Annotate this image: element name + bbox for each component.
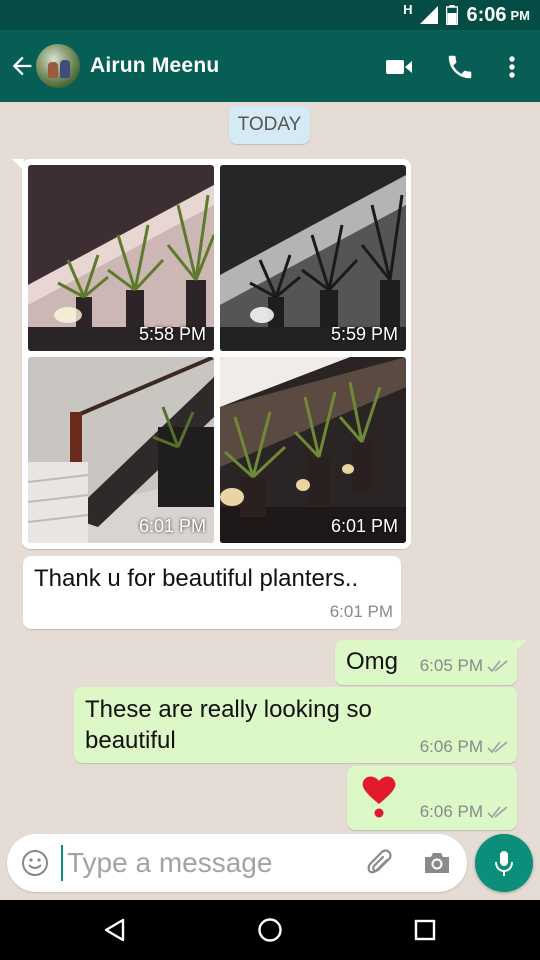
message-time: 6:05 PM xyxy=(419,656,483,675)
heavy-heart-exclamation-icon xyxy=(362,776,396,818)
outgoing-message[interactable]: These are really looking so beautiful 6:… xyxy=(74,687,517,763)
network-type-label: H xyxy=(403,1,413,17)
date-divider: TODAY xyxy=(229,106,310,144)
message-time: 6:06 PM xyxy=(419,737,483,756)
outgoing-message[interactable]: 6:06 PM xyxy=(347,766,517,830)
photo-time: 6:01 PM xyxy=(330,516,398,536)
voice-call-icon[interactable] xyxy=(445,52,475,82)
photo-thumbnail[interactable]: 5:59 PM xyxy=(220,165,406,351)
message-text: Omg xyxy=(346,648,399,675)
message-line: These are really looking so xyxy=(85,696,372,723)
message-line: beautiful xyxy=(85,727,176,754)
emoji-icon[interactable] xyxy=(21,849,49,877)
photo-thumbnail[interactable]: 6:01 PM xyxy=(28,357,214,543)
video-call-icon[interactable] xyxy=(384,52,414,82)
contact-name[interactable]: Airun Meenu xyxy=(90,54,219,78)
avatar[interactable] xyxy=(36,44,80,88)
photo-thumbnail[interactable]: 5:58 PM xyxy=(28,165,214,351)
mic-button[interactable] xyxy=(475,834,533,892)
status-bar: H 6:06 PM xyxy=(0,0,540,30)
message-text: Thank u for beautiful planters.. xyxy=(34,565,359,592)
outgoing-message[interactable]: Omg 6:05 PM xyxy=(335,640,527,685)
read-ticks-icon xyxy=(487,660,508,673)
recents-square-icon[interactable] xyxy=(411,916,439,944)
signal-icon xyxy=(420,6,439,24)
photo-thumbnail[interactable]: 6:01 PM xyxy=(220,357,406,543)
message-time: 6:01 PM xyxy=(329,602,393,621)
more-options-icon[interactable] xyxy=(497,52,527,82)
clock-ampm: PM xyxy=(510,7,531,23)
message-composer[interactable]: Type a message xyxy=(7,834,467,892)
message-input[interactable]: Type a message xyxy=(67,847,272,879)
photo-time: 6:01 PM xyxy=(138,516,206,536)
message-text: These are really looking so beautiful xyxy=(85,694,372,756)
photo-time: 5:59 PM xyxy=(330,324,398,344)
attach-icon[interactable] xyxy=(365,848,395,878)
incoming-message[interactable]: Thank u for beautiful planters.. 6:01 PM xyxy=(23,556,401,629)
home-circle-icon[interactable] xyxy=(256,916,284,944)
chat-header: Airun Meenu xyxy=(0,30,540,102)
read-ticks-icon xyxy=(487,741,508,754)
clock: 6:06 xyxy=(466,3,507,26)
battery-icon xyxy=(446,5,459,25)
read-ticks-icon xyxy=(487,806,508,819)
back-triangle-icon[interactable] xyxy=(101,916,129,944)
message-time: 6:06 PM xyxy=(419,802,483,821)
back-arrow-icon[interactable] xyxy=(8,52,36,80)
photo-time: 5:58 PM xyxy=(138,324,206,344)
system-nav-bar xyxy=(0,900,540,960)
message-list[interactable]: TODAY 5:58 PM 5:59 PM 6:01 PM 6:01 PM Th… xyxy=(0,102,540,832)
photo-album-message[interactable]: 5:58 PM 5:59 PM 6:01 PM 6:01 PM xyxy=(12,159,411,549)
mic-icon xyxy=(495,851,513,876)
camera-icon[interactable] xyxy=(422,849,452,877)
text-cursor xyxy=(61,845,63,881)
